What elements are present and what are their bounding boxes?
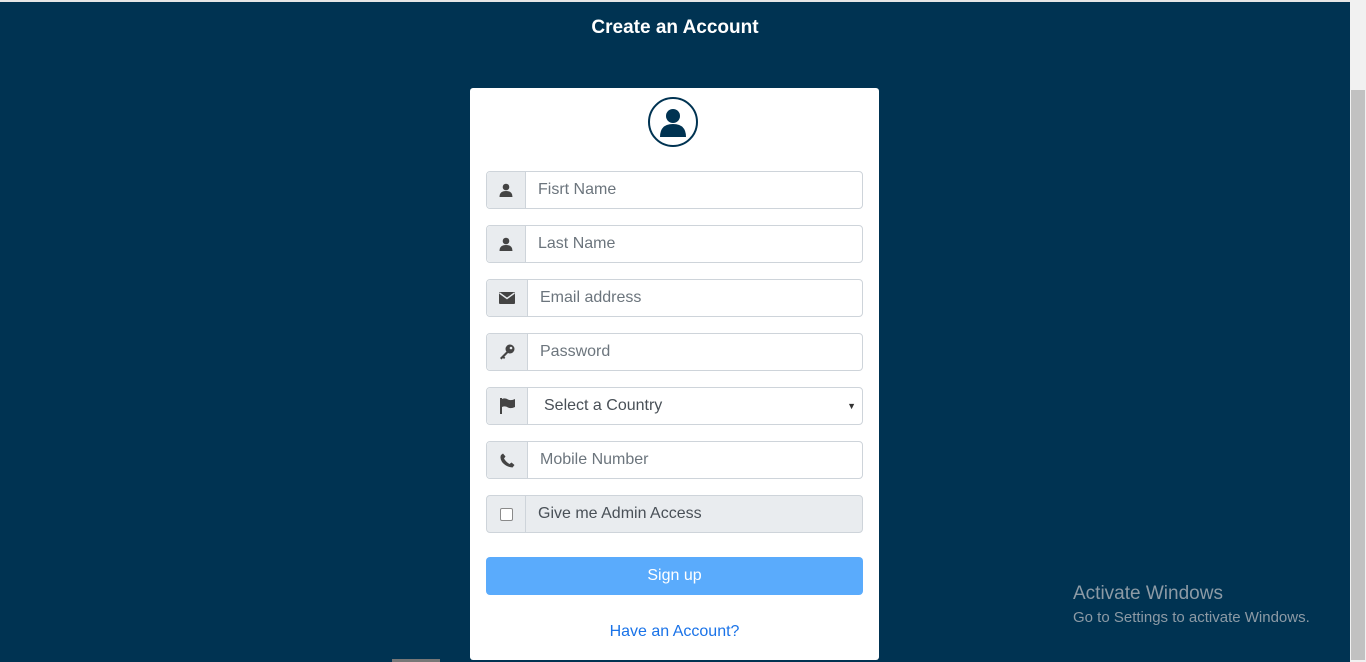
flag-icon xyxy=(487,388,528,424)
vertical-scrollbar[interactable] xyxy=(1350,0,1366,662)
country-group: Select a Country ▼ xyxy=(486,387,863,425)
have-account-link[interactable]: Have an Account? xyxy=(470,623,879,641)
user-circle-icon xyxy=(648,97,698,147)
window-top-border xyxy=(0,0,1366,2)
country-select-value: Select a Country xyxy=(544,397,663,414)
watermark-subtitle: Go to Settings to activate Windows. xyxy=(1073,609,1310,626)
email-group xyxy=(486,279,863,317)
country-select[interactable]: Select a Country ▼ xyxy=(528,388,862,424)
page-title: Create an Account xyxy=(591,17,759,38)
user-icon xyxy=(487,172,526,208)
admin-access-label: Give me Admin Access xyxy=(538,505,702,522)
admin-access-checkbox-cell xyxy=(487,496,526,532)
admin-access-checkbox[interactable] xyxy=(499,507,513,521)
key-icon xyxy=(487,334,528,370)
scrollbar-thumb[interactable] xyxy=(1351,90,1365,660)
signup-card: Select a Country ▼ Give me Admin Access … xyxy=(470,88,879,660)
watermark-title: Activate Windows xyxy=(1073,583,1223,604)
mobile-input[interactable] xyxy=(528,442,862,478)
last-name-input[interactable] xyxy=(526,226,862,262)
first-name-input[interactable] xyxy=(526,172,862,208)
email-input[interactable] xyxy=(528,280,862,316)
password-input[interactable] xyxy=(528,334,862,370)
last-name-group xyxy=(486,225,863,263)
phone-icon xyxy=(487,442,528,478)
user-icon xyxy=(487,226,526,262)
admin-access-group: Give me Admin Access xyxy=(486,495,863,533)
mobile-group xyxy=(486,441,863,479)
caret-down-icon: ▼ xyxy=(847,401,856,411)
first-name-group xyxy=(486,171,863,209)
activate-windows-watermark: Activate Windows Go to Settings to activ… xyxy=(1073,583,1310,626)
password-group xyxy=(486,333,863,371)
envelope-icon xyxy=(487,280,528,316)
signup-button[interactable]: Sign up xyxy=(486,557,863,595)
